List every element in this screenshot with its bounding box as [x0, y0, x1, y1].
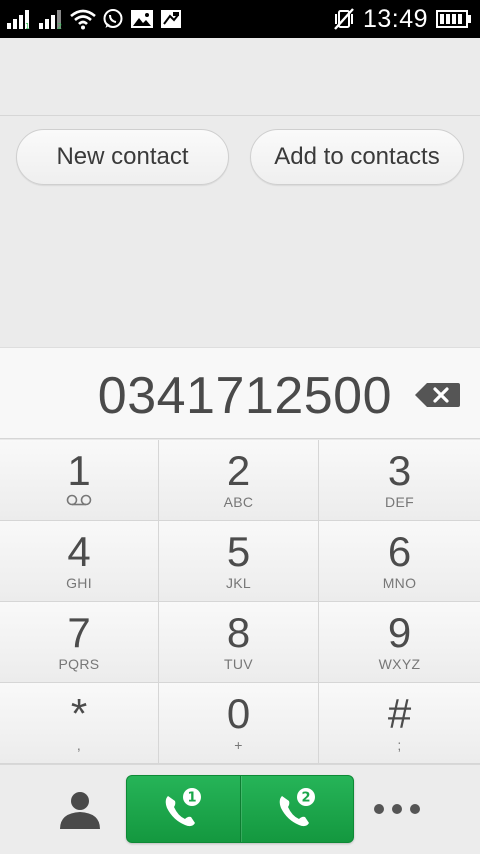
- suggestion-area: New contact Add to contacts: [0, 38, 480, 347]
- key-star[interactable]: * ,: [0, 683, 159, 764]
- divider: [0, 115, 480, 116]
- key-letters: +: [234, 737, 243, 753]
- clock: 13:49: [362, 4, 428, 33]
- voicemail-icon: [65, 493, 93, 511]
- person-icon: [60, 792, 100, 829]
- battery-icon: [436, 9, 472, 29]
- call-buttons: 1 2: [126, 775, 354, 843]
- backspace-icon: [415, 383, 460, 407]
- key-letters: TUV: [224, 656, 253, 672]
- key-5[interactable]: 5 JKL: [159, 521, 319, 602]
- key-letters: ;: [397, 737, 402, 753]
- key-letters: ABC: [223, 494, 254, 510]
- more-options-button[interactable]: [374, 799, 420, 819]
- sim2-badge: 2: [301, 791, 310, 806]
- more-dot: [392, 804, 402, 814]
- key-digit: 3: [387, 447, 412, 494]
- screenshot-icon: [160, 8, 182, 30]
- key-digit: 1: [67, 447, 91, 494]
- key-digit: 6: [387, 528, 412, 575]
- key-8[interactable]: 8 TUV: [159, 602, 319, 683]
- call-sim2-button[interactable]: 2: [239, 776, 354, 842]
- backspace-button[interactable]: [413, 381, 461, 414]
- key-letters: JKL: [225, 575, 252, 591]
- key-digit: #: [387, 690, 412, 737]
- more-dot: [374, 804, 384, 814]
- number-display[interactable]: 0341712500: [0, 347, 480, 439]
- key-1[interactable]: 1: [0, 440, 159, 521]
- key-digit: 8: [226, 609, 251, 656]
- contacts-button[interactable]: [58, 789, 102, 829]
- phone-sim2-icon: 2: [279, 788, 315, 827]
- key-digit: *: [70, 690, 88, 737]
- key-letters: PQRS: [58, 656, 100, 672]
- key-4[interactable]: 4 GHI: [0, 521, 159, 602]
- key-letters: MNO: [382, 575, 417, 591]
- signal-sim2-icon: 2: [38, 8, 64, 30]
- key-digit: 4: [67, 528, 91, 575]
- wifi-icon: [70, 8, 96, 30]
- key-7[interactable]: 7 PQRS: [0, 602, 159, 683]
- sim1-label: 1: [25, 22, 30, 30]
- key-2[interactable]: 2 ABC: [159, 440, 319, 521]
- add-to-contacts-button[interactable]: Add to contacts: [250, 129, 464, 185]
- dial-keypad: 1 2 ABC 3 DEF 4 GHI 5 JKL 6 MNO 7 PQRS 8…: [0, 440, 480, 764]
- gallery-icon: [130, 8, 154, 30]
- sim1-badge: 1: [188, 791, 197, 806]
- more-dot: [410, 804, 420, 814]
- add-to-contacts-label: Add to contacts: [274, 143, 440, 170]
- vibrate-icon: [333, 7, 355, 31]
- key-hash[interactable]: # ;: [319, 683, 480, 764]
- call-sim1-button[interactable]: 1: [127, 776, 240, 842]
- key-letters: ,: [76, 737, 82, 753]
- key-digit: 2: [226, 447, 251, 494]
- key-digit: 0: [226, 690, 251, 737]
- key-9[interactable]: 9 WXYZ: [319, 602, 480, 683]
- key-0[interactable]: 0 +: [159, 683, 319, 764]
- key-letters: GHI: [66, 575, 92, 591]
- dialer-action-bar: 1 2: [0, 764, 480, 854]
- key-letters: DEF: [385, 494, 414, 510]
- key-3[interactable]: 3 DEF: [319, 440, 480, 521]
- sim2-label: 2: [57, 22, 62, 30]
- phone-sim1-icon: 1: [165, 788, 202, 827]
- new-contact-button[interactable]: New contact: [16, 129, 229, 185]
- key-digit: 7: [67, 609, 91, 656]
- dialed-number: 0341712500: [97, 367, 392, 425]
- signal-sim1-icon: 1: [6, 8, 32, 30]
- key-digit: 5: [226, 528, 251, 575]
- whatsapp-icon: [102, 8, 124, 30]
- key-digit: 9: [387, 609, 412, 656]
- key-6[interactable]: 6 MNO: [319, 521, 480, 602]
- status-bar: 1 2 13:49: [0, 0, 480, 38]
- new-contact-label: New contact: [56, 143, 189, 170]
- key-letters: WXYZ: [378, 656, 421, 672]
